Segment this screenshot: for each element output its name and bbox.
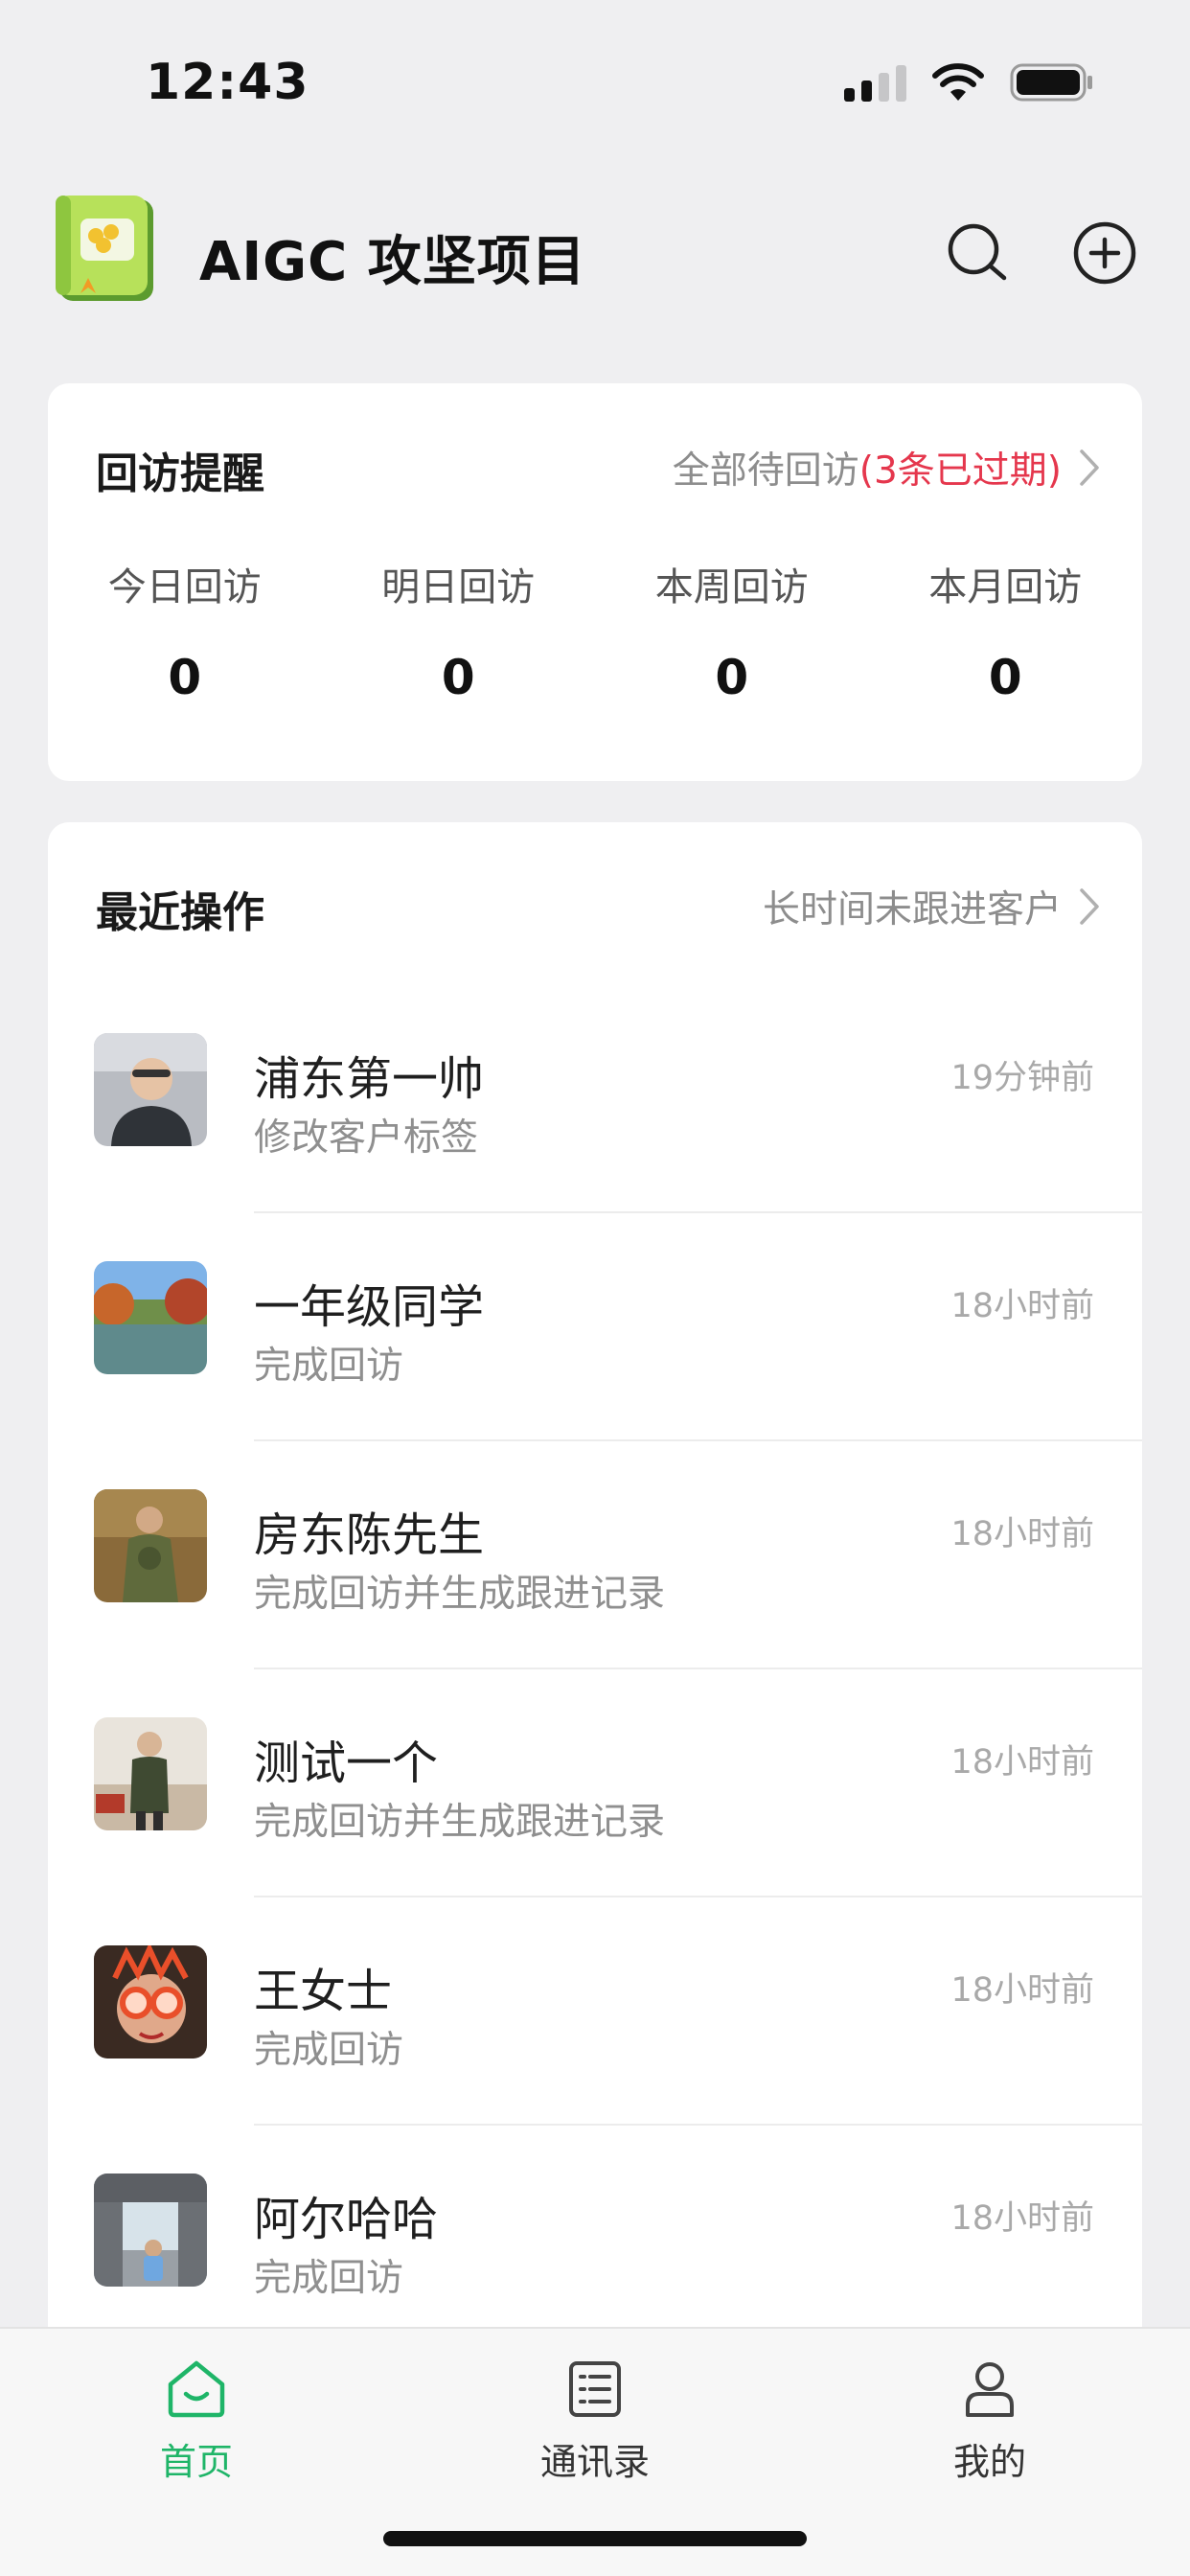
visit-reminder-title: 回访提醒: [96, 449, 264, 498]
avatar: [94, 1945, 207, 2058]
tab-label: 通讯录: [539, 2441, 650, 2483]
status-bar: 12:43: [0, 0, 1190, 153]
app-screen: 12:43 AIGC 攻坚项目 回访提醒 全部待回访 (3条已过期) 今日回访 …: [0, 0, 1190, 2576]
stat-value: 0: [168, 650, 202, 705]
customer-name: 一年级同学: [254, 1280, 485, 1334]
recent-operations-header: 最近操作 长时间未跟进客户: [96, 870, 1100, 939]
add-button[interactable]: [1068, 217, 1141, 289]
visit-reminder-header: 回访提醒 全部待回访 (3条已过期): [96, 431, 1100, 500]
stat-today[interactable]: 今日回访 0: [48, 556, 322, 705]
status-time: 12:43: [146, 54, 309, 111]
stat-tomorrow[interactable]: 明日回访 0: [322, 556, 596, 705]
operation-time: 18小时前: [950, 1971, 1094, 2010]
profile-icon: [966, 2362, 1014, 2417]
list-item[interactable]: 王女士 完成回访 18小时前: [48, 1898, 1142, 2126]
stat-label: 今日回访: [107, 565, 262, 610]
battery-icon: [1010, 63, 1092, 102]
status-icons: [844, 59, 1094, 105]
customer-name: 浦东第一帅: [254, 1052, 485, 1106]
all-pending-visits-link[interactable]: 全部待回访 (3条已过期): [673, 441, 1100, 494]
home-indicator: [383, 2531, 807, 2546]
stat-label: 本月回访: [928, 565, 1083, 610]
avatar: [94, 2174, 207, 2287]
top-header: AIGC 攻坚项目: [0, 182, 1190, 326]
list-item[interactable]: 浦东第一帅 修改客户标签 19分钟前: [48, 985, 1142, 1213]
avatar: [94, 1261, 207, 1374]
list-item[interactable]: 房东陈先生 完成回访并生成跟进记录 18小时前: [48, 1441, 1142, 1669]
operation-description: 完成回访并生成跟进记录: [254, 1573, 666, 1616]
stat-value: 0: [715, 650, 749, 705]
overdue-count-label: (3条已过期): [858, 449, 1062, 493]
operation-description: 修改客户标签: [254, 1116, 479, 1160]
operation-time: 18小时前: [950, 1515, 1094, 1553]
wifi-icon: [932, 63, 984, 101]
chevron-right-icon: [1080, 449, 1099, 486]
operation-description: 完成回访: [254, 1345, 404, 1388]
recent-operations-title: 最近操作: [96, 888, 264, 937]
customer-name: 房东陈先生: [254, 1508, 485, 1562]
stat-this-month[interactable]: 本月回访 0: [869, 556, 1143, 705]
tab-profile[interactable]: 我的: [894, 2358, 1086, 2501]
list-item[interactable]: 一年级同学 完成回访 18小时前: [48, 1213, 1142, 1441]
visit-stats: 今日回访 0 明日回访 0 本周回访 0 本月回访 0: [48, 556, 1142, 705]
plus-circle-icon: [1073, 221, 1136, 285]
operation-description: 完成回访: [254, 2029, 404, 2072]
cellular-signal-icon: [844, 63, 906, 102]
inactive-customers-label: 长时间未跟进客户: [762, 888, 1062, 932]
recent-operations-list: 浦东第一帅 修改客户标签 19分钟前 一年级同学 完成回访 18小时前 房东陈先…: [48, 985, 1142, 2354]
operation-description: 完成回访: [254, 2257, 404, 2300]
search-icon: [948, 223, 1007, 281]
operation-time: 18小时前: [950, 1287, 1094, 1325]
customer-name: 测试一个: [254, 1736, 439, 1790]
stat-label: 明日回访: [381, 565, 536, 610]
operation-time: 19分钟前: [950, 1059, 1094, 1097]
recent-operations-card: 最近操作 长时间未跟进客户 浦东第一帅 修改客户标签 19分钟前 一年级同学 完…: [48, 822, 1142, 2576]
chevron-right-icon: [1080, 888, 1099, 925]
tab-home[interactable]: 首页: [101, 2358, 292, 2501]
stat-this-week[interactable]: 本周回访 0: [595, 556, 869, 705]
tab-label: 首页: [159, 2441, 233, 2483]
app-title: AIGC 攻坚项目: [199, 231, 586, 293]
stat-value: 0: [441, 650, 475, 705]
operation-description: 完成回访并生成跟进记录: [254, 1801, 666, 1844]
stat-label: 本周回访: [654, 565, 809, 610]
contacts-list-icon: [569, 2361, 621, 2417]
customer-name: 王女士: [254, 1965, 393, 2018]
home-icon: [168, 2360, 225, 2418]
tab-label: 我的: [952, 2441, 1026, 2483]
search-button[interactable]: [941, 217, 1014, 289]
avatar: [94, 1033, 207, 1146]
operation-time: 18小时前: [950, 2199, 1094, 2238]
all-pending-label: 全部待回访: [672, 449, 859, 493]
stat-value: 0: [988, 650, 1022, 705]
visit-reminder-card: 回访提醒 全部待回访 (3条已过期) 今日回访 0 明日回访 0 本周回访 0: [48, 383, 1142, 781]
customer-name: 阿尔哈哈: [254, 2193, 439, 2246]
operation-time: 18小时前: [950, 1743, 1094, 1782]
avatar: [94, 1489, 207, 1602]
tab-contacts[interactable]: 通讯录: [499, 2358, 691, 2501]
inactive-customers-link[interactable]: 长时间未跟进客户: [763, 880, 1100, 933]
avatar: [94, 1717, 207, 1830]
list-item[interactable]: 测试一个 完成回访并生成跟进记录 18小时前: [48, 1669, 1142, 1898]
green-book-logo-icon[interactable]: [52, 194, 159, 307]
list-item[interactable]: 阿尔哈哈 完成回访 18小时前: [48, 2126, 1142, 2354]
